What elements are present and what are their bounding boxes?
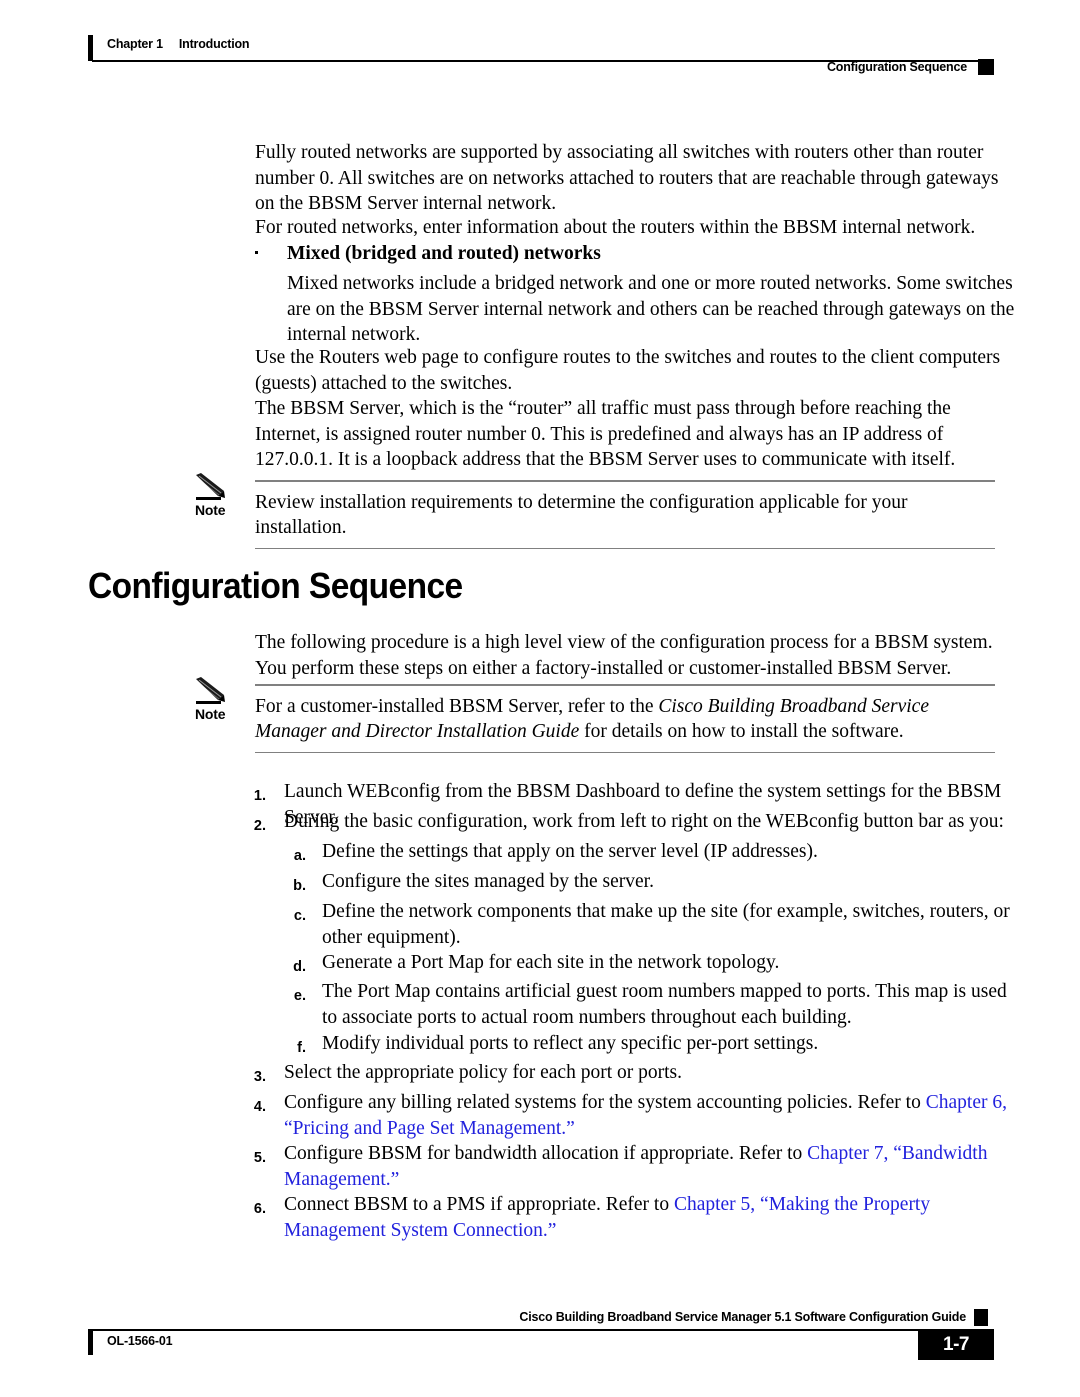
paragraph-fully-routed: Fully routed networks are supported by a… <box>255 142 999 215</box>
step-marker-2a: a. <box>293 848 306 864</box>
step-text-6-plain: Connect BBSM to a PMS if appropriate. Re… <box>284 1194 674 1215</box>
header-chapter-label: Chapter 1 Introduction <box>107 37 250 51</box>
footer-document-id: OL-1566-01 <box>107 1334 173 1348</box>
note-icon-underline-2 <box>196 701 221 704</box>
step-text-2a: Define the settings that apply on the se… <box>322 841 818 862</box>
note-pencil-icon-2 <box>195 676 239 706</box>
header-running-head: Configuration Sequence <box>826 60 967 74</box>
step-text-2d: Generate a Port Map for each site in the… <box>322 952 780 973</box>
note-text-2: For a customer-installed BBSM Server, re… <box>255 686 995 752</box>
step-text-4: Configure any billing related systems fo… <box>284 1090 1020 1141</box>
footer-page-number: 1-7 <box>918 1329 994 1360</box>
note-text-1: Review installation requirements to dete… <box>255 491 908 539</box>
note-icon-underline <box>196 497 221 500</box>
step-marker-2f: f. <box>297 1040 306 1056</box>
footer-square-marker <box>974 1309 988 1326</box>
footer-left-bar <box>88 1329 93 1355</box>
note-rule-bottom-2 <box>255 751 995 754</box>
step-text-5: Configure BBSM for bandwidth allocation … <box>284 1141 1020 1192</box>
step-text-2c: Define the network components that make … <box>322 901 1010 948</box>
note-text-2-before: For a customer-installed BBSM Server, re… <box>255 695 659 717</box>
step-marker-3: 3. <box>253 1069 266 1085</box>
step-text-4-plain: Configure any billing related systems fo… <box>284 1092 926 1113</box>
step-marker-2b: b. <box>293 878 306 894</box>
note-pencil-icon <box>195 472 239 502</box>
step-marker-2c: c. <box>293 908 306 924</box>
note-body-1: Review installation requirements to dete… <box>255 480 995 550</box>
note-rule-bottom-1 <box>255 547 995 550</box>
step-text-5-plain: Configure BBSM for bandwidth allocation … <box>284 1143 808 1164</box>
section-heading-configuration-sequence: Configuration Sequence <box>88 565 463 606</box>
header-chapter-title: Introduction <box>178 37 250 51</box>
note-label-2: Note <box>195 706 226 722</box>
document-page: Chapter 1 Introduction Configuration Sequ… <box>0 0 1080 1397</box>
header-square-marker <box>978 59 994 75</box>
step-marker-2e: e. <box>293 988 306 1004</box>
footer-guide-title: Cisco Building Broadband Service Manager… <box>519 1310 966 1324</box>
note-label-1: Note <box>195 502 226 518</box>
note-body-2: For a customer-installed BBSM Server, re… <box>255 684 995 754</box>
page-header: Chapter 1 Introduction Configuration Sequ… <box>88 33 994 75</box>
page-footer: Cisco Building Broadband Service Manager… <box>88 1309 994 1370</box>
step-text-2f: Modify individual ports to reflect any s… <box>322 1033 819 1054</box>
step-text-2b: Configure the sites managed by the serve… <box>322 871 654 892</box>
paragraph-use-routers: Use the Routers web page to configure ro… <box>255 347 1001 394</box>
footer-rule <box>92 1329 994 1331</box>
header-left-bar <box>88 35 93 61</box>
step-text-2e: The Port Map contains artificial guest r… <box>322 981 1007 1028</box>
bullet-dot-icon <box>255 251 258 254</box>
step-marker-4: 4. <box>253 1099 266 1115</box>
paragraph-section-intro: The following procedure is a high level … <box>255 632 993 679</box>
step-marker-6: 6. <box>253 1201 266 1217</box>
paragraph-for-routed: For routed networks, enter information a… <box>255 217 976 238</box>
bullet-label-mixed-networks: Mixed (bridged and routed) networks <box>287 243 601 264</box>
step-marker-2: 2. <box>253 818 266 834</box>
step-text-2: During the basic configuration, work fro… <box>284 811 1004 832</box>
step-text-6: Connect BBSM to a PMS if appropriate. Re… <box>284 1192 1020 1243</box>
paragraph-mixed-body: Mixed networks include a bridged network… <box>287 273 1015 346</box>
step-marker-1: 1. <box>253 788 266 804</box>
header-chapter-number: Chapter 1 <box>107 37 163 51</box>
step-marker-5: 5. <box>253 1150 266 1166</box>
step-marker-2d: d. <box>293 959 306 975</box>
step-text-3: Select the appropriate policy for each p… <box>284 1062 682 1083</box>
note-text-2-after: for details on how to install the softwa… <box>579 721 904 743</box>
paragraph-bbsm-router-zero: The BBSM Server, which is the “router” a… <box>255 398 956 471</box>
